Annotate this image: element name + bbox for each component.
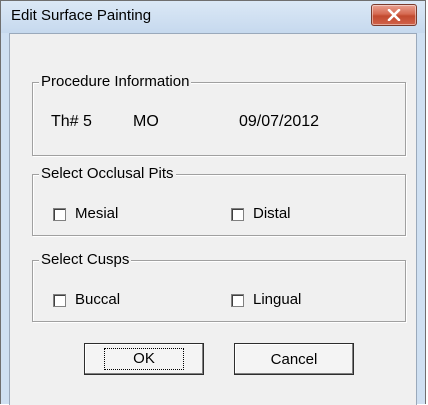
cancel-button[interactable]: Cancel (234, 343, 354, 375)
dialog-window: Edit Surface Painting Procedure Informat… (0, 0, 426, 405)
window-title: Edit Surface Painting (11, 7, 152, 24)
mesial-checkbox-box[interactable] (53, 207, 66, 221)
cusps-group: Select Cusps Buccal Lingual (32, 251, 406, 322)
dialog-body: Procedure Information Th# 5 MO 09/07/201… (9, 33, 417, 405)
buccal-checkbox[interactable]: Buccal (53, 291, 120, 309)
mesial-label: Mesial (75, 205, 119, 222)
buccal-label: Buccal (75, 291, 121, 308)
procedure-info-group: Procedure Information Th# 5 MO 09/07/201… (32, 73, 406, 156)
procedure-info-legend: Procedure Information (39, 73, 192, 91)
occlusal-pits-group: Select Occlusal Pits Mesial Distal (32, 165, 406, 236)
lingual-checkbox-box[interactable] (231, 293, 244, 307)
distal-label: Distal (253, 205, 291, 222)
lingual-checkbox[interactable]: Lingual (231, 291, 301, 309)
close-icon (387, 9, 401, 21)
ok-button[interactable]: OK (84, 343, 204, 375)
buccal-checkbox-box[interactable] (53, 293, 66, 307)
surface-code: MO (133, 113, 159, 130)
close-button[interactable] (371, 4, 417, 26)
cusps-legend: Select Cusps (39, 251, 132, 269)
title-bar[interactable]: Edit Surface Painting (1, 1, 425, 33)
distal-checkbox[interactable]: Distal (231, 205, 291, 223)
mesial-checkbox[interactable]: Mesial (53, 205, 118, 223)
procedure-date: 09/07/2012 (239, 113, 320, 130)
tooth-number: Th# 5 (51, 113, 92, 130)
occlusal-pits-legend: Select Occlusal Pits (39, 165, 176, 183)
cancel-button-label: Cancel (270, 350, 318, 368)
ok-button-label: OK (104, 348, 184, 370)
distal-checkbox-box[interactable] (231, 207, 244, 221)
lingual-label: Lingual (253, 291, 302, 308)
